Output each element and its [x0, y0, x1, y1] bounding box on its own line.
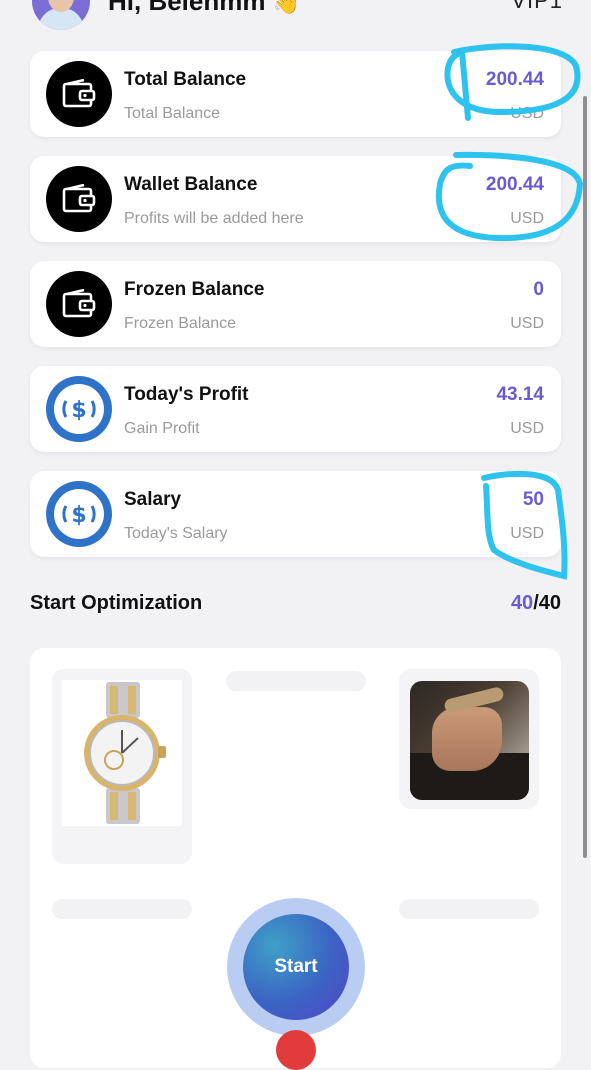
card-subtitle: Today's Salary [124, 525, 228, 542]
placeholder-bar [52, 899, 192, 919]
greeting: Hi, Belenmm 👋 [108, 0, 300, 17]
card-unit: USD [510, 525, 544, 542]
product-image-watch [62, 680, 182, 826]
card-subtitle: Frozen Balance [124, 315, 237, 332]
start-button[interactable]: Start [243, 914, 349, 1020]
usdc-icon: $ [46, 481, 112, 547]
wallet-icon [46, 271, 112, 337]
card-todays-profit[interactable]: $ Today's Profit Gain Profit 43.14 USD [30, 366, 561, 452]
card-value: 0 [533, 279, 544, 300]
card-unit: USD [510, 420, 544, 437]
card-value: 200.44 [485, 174, 544, 195]
usdc-icon: $ [46, 376, 112, 442]
notification-dot [276, 1030, 316, 1070]
card-title: Wallet Balance [124, 174, 258, 195]
card-value: 50 [522, 489, 544, 510]
card-unit: USD [510, 105, 544, 122]
top-bar: Hi, Belenmm 👋 VIP1 [0, 0, 591, 36]
progress-done: 40 [510, 592, 534, 614]
card-unit: USD [510, 210, 544, 227]
svg-text:$: $ [71, 503, 86, 528]
vip-level: VIP1 [511, 0, 563, 13]
card-title: Today's Profit [124, 384, 249, 405]
card-total-balance[interactable]: Total Balance Total Balance 200.44 USD [30, 51, 561, 137]
card-title: Total Balance [124, 69, 247, 90]
progress-total: 40 [538, 592, 561, 614]
wallet-icon [46, 166, 112, 232]
card-unit: USD [510, 315, 544, 332]
avatar[interactable] [32, 0, 90, 30]
card-value: 200.44 [485, 69, 544, 90]
card-wallet-balance[interactable]: Wallet Balance Profits will be added her… [30, 156, 561, 242]
section-title: Start Optimization [30, 592, 203, 614]
watch-icon [84, 682, 166, 824]
card-title: Salary [124, 489, 182, 510]
card-subtitle: Gain Profit [124, 420, 200, 437]
card-value: 43.14 [496, 384, 544, 405]
scrollbar[interactable] [583, 96, 587, 858]
placeholder-bar [226, 671, 366, 691]
wave-emoji: 👋 [272, 0, 301, 15]
placeholder-bar [399, 899, 539, 919]
wallet-icon [46, 61, 112, 127]
card-salary[interactable]: $ Salary Today's Salary 50 USD [30, 471, 561, 557]
card-frozen-balance[interactable]: Frozen Balance Frozen Balance 0 USD [30, 261, 561, 347]
card-subtitle: Total Balance [124, 105, 221, 122]
svg-text:$: $ [71, 398, 86, 423]
card-title: Frozen Balance [124, 279, 265, 300]
optimization-progress: 40/40 [511, 592, 561, 615]
product-image-bracelet [410, 681, 529, 800]
card-subtitle: Profits will be added here [124, 210, 304, 227]
